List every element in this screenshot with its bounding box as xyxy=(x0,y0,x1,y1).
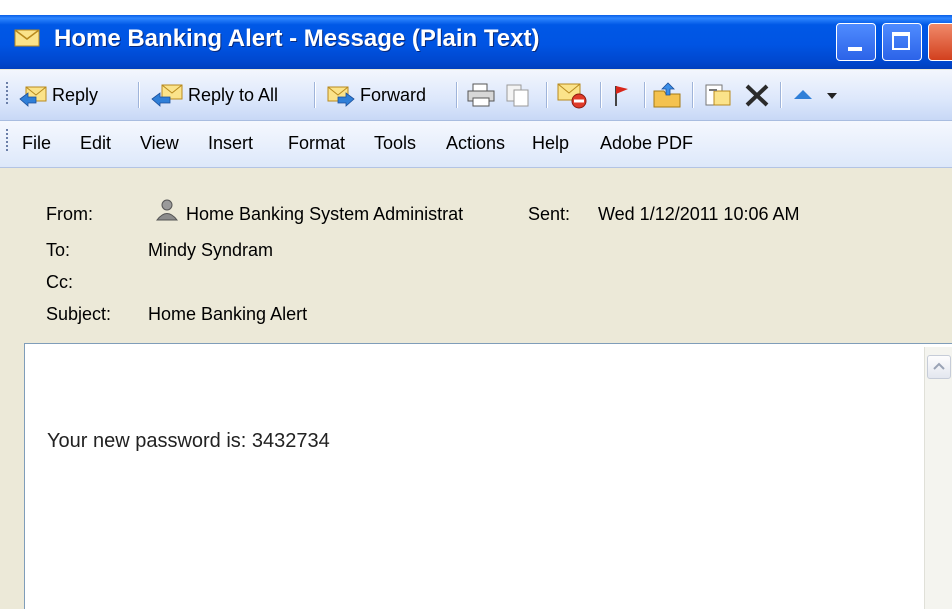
toolbar-separator xyxy=(692,82,694,108)
menu-file[interactable]: File xyxy=(22,133,51,154)
standard-toolbar: Reply Reply to All Forward xyxy=(0,70,952,121)
from-value[interactable]: Home Banking System Administrat xyxy=(186,204,463,225)
move-to-folder-icon xyxy=(653,82,681,108)
menu-format[interactable]: Format xyxy=(288,133,345,154)
title-bar[interactable]: Home Banking Alert - Message (Plain Text… xyxy=(0,15,952,69)
window-title: Home Banking Alert - Message (Plain Text… xyxy=(54,25,540,52)
minimize-button[interactable] xyxy=(836,23,876,61)
close-button[interactable] xyxy=(928,23,952,61)
maximize-button[interactable] xyxy=(882,23,922,61)
next-item-dropdown[interactable] xyxy=(822,80,842,110)
toolbar-separator xyxy=(780,82,782,108)
menu-tools[interactable]: Tools xyxy=(374,133,416,154)
menu-view[interactable]: View xyxy=(140,133,179,154)
toolbar-separator xyxy=(644,82,646,108)
menu-adobe-pdf[interactable]: Adobe PDF xyxy=(600,133,693,154)
to-label: To: xyxy=(46,240,71,260)
junk-mail-button[interactable] xyxy=(556,80,588,110)
delete-button[interactable] xyxy=(742,80,772,110)
arrow-up-icon xyxy=(794,90,812,99)
toolbar-separator xyxy=(314,82,316,108)
follow-up-button[interactable] xyxy=(608,80,634,110)
scroll-up-button[interactable] xyxy=(927,355,951,379)
block-sender-icon xyxy=(557,83,587,109)
message-header: From: Home Banking System Administrat Se… xyxy=(0,168,952,342)
from-label: From: xyxy=(46,204,93,224)
forward-icon xyxy=(327,86,355,107)
menu-insert[interactable]: Insert xyxy=(208,133,253,154)
to-value[interactable]: Mindy Syndram xyxy=(148,240,273,261)
sent-label: Sent: xyxy=(528,204,571,224)
forward-label: Forward xyxy=(360,84,427,105)
reply-all-label: Reply to All xyxy=(188,84,279,105)
menu-help[interactable]: Help xyxy=(532,133,569,154)
body-text: Your new password is: 3432734 xyxy=(47,430,330,452)
reply-icon xyxy=(19,86,47,107)
flag-icon xyxy=(615,86,628,106)
reply-button[interactable]: Reply xyxy=(18,80,98,110)
print-button[interactable] xyxy=(466,80,496,110)
delete-icon xyxy=(745,84,769,107)
sent-value: Wed 1/12/2011 10:06 AM xyxy=(598,204,800,224)
toolbar-grip[interactable] xyxy=(6,82,9,106)
minimize-icon xyxy=(848,47,862,51)
options-button[interactable] xyxy=(702,80,734,110)
scroll-up-icon xyxy=(933,362,945,370)
maximize-icon xyxy=(892,32,910,50)
top-strip xyxy=(0,0,952,16)
previous-item-button[interactable] xyxy=(790,80,816,110)
move-to-folder-button[interactable] xyxy=(652,80,684,110)
menu-actions[interactable]: Actions xyxy=(446,133,505,154)
vertical-scrollbar[interactable] xyxy=(924,347,952,609)
message-options-icon xyxy=(705,84,731,106)
reply-all-icon xyxy=(151,84,183,107)
toolbar-separator xyxy=(456,82,458,108)
contact-icon xyxy=(155,199,179,221)
subject-value: Home Banking Alert xyxy=(148,304,308,324)
copy-button[interactable] xyxy=(504,80,532,110)
message-body[interactable]: Your new password is: 3432734 xyxy=(24,343,952,609)
toolbar-separator xyxy=(546,82,548,108)
menubar-grip[interactable] xyxy=(6,129,9,153)
envelope-icon xyxy=(14,29,40,47)
toolbar-separator xyxy=(600,82,602,108)
menu-edit[interactable]: Edit xyxy=(80,133,111,154)
reply-all-button[interactable]: Reply to All xyxy=(150,80,278,110)
menu-bar: File Edit View Insert Format Tools Actio… xyxy=(0,121,952,168)
print-icon xyxy=(467,83,495,107)
forward-button[interactable]: Forward xyxy=(326,80,426,110)
cc-label: Cc: xyxy=(46,272,73,292)
chevron-down-icon xyxy=(827,93,837,99)
subject-label: Subject: xyxy=(46,304,112,324)
reply-label: Reply xyxy=(52,84,99,105)
message-window: Home Banking Alert - Message (Plain Text… xyxy=(0,0,952,609)
copy-icon xyxy=(506,84,529,107)
toolbar-separator xyxy=(138,82,140,108)
